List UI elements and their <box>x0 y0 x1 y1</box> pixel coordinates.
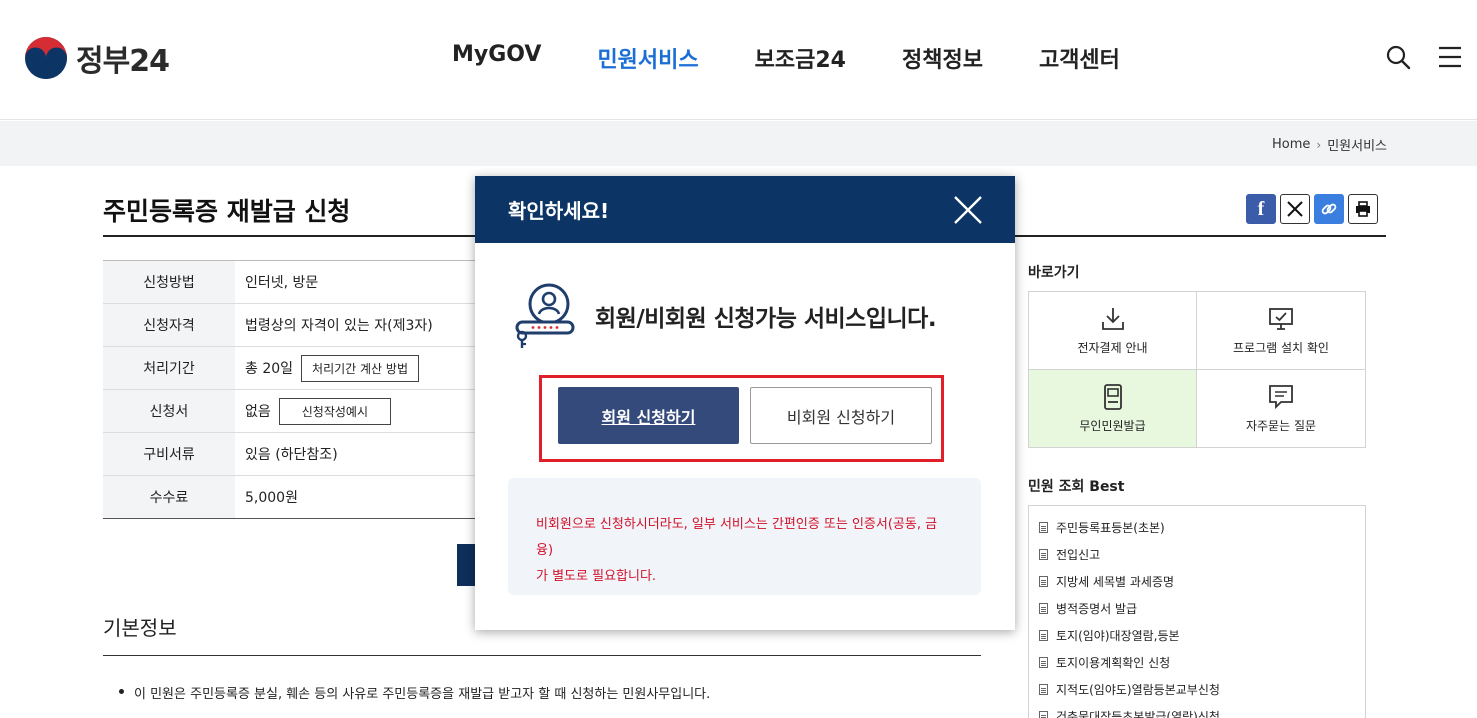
processing-period-calc-button[interactable]: 처리기간 계산 방법 <box>301 354 419 382</box>
quick-links-title: 바로가기 <box>1028 265 1080 281</box>
modal-header: 확인하세요! <box>475 176 1015 243</box>
service-info-table: 신청방법 인터넷, 방문 신청자격 법령상의 자격이 있는 자(제3자) 처리기… <box>103 260 503 519</box>
best-list: 주민등록표등본(초본) 전입신고 지방세 세목별 과세증명 병적증명서 발급 토… <box>1028 505 1366 718</box>
document-icon <box>1039 603 1048 614</box>
row-label: 처리기간 <box>103 347 235 389</box>
nav-item-mygov[interactable]: MyGOV <box>452 42 541 74</box>
notice-line: 비회원으로 신청하시더라도, 일부 서비스는 간편인증 또는 인증서(공동, 금… <box>536 517 938 558</box>
row-label: 구비서류 <box>103 433 235 475</box>
row-value: 있음 (하단참조) <box>245 447 338 463</box>
modal-notice: 비회원으로 신청하시더라도, 일부 서비스는 간편인증 또는 인증서(공동, 금… <box>508 478 981 595</box>
bullet-icon <box>119 689 124 694</box>
row-label: 수수료 <box>103 476 235 518</box>
list-item[interactable]: 주민등록표등본(초본) <box>1029 514 1365 541</box>
document-icon <box>1039 684 1048 695</box>
user-verification-icon <box>515 283 575 348</box>
search-icon[interactable] <box>1385 44 1411 70</box>
print-icon[interactable] <box>1348 194 1378 224</box>
site-header: 정부24 MyGOV 민원서비스 보조금24 정책정보 고객센터 <box>0 0 1477 120</box>
x-icon[interactable] <box>1280 194 1310 224</box>
site-logo[interactable]: 정부24 <box>24 36 170 80</box>
quick-link-epayment[interactable]: 전자결제 안내 <box>1029 292 1197 370</box>
chat-icon <box>1269 384 1293 409</box>
section-divider <box>103 655 981 656</box>
document-icon <box>1039 576 1048 587</box>
chevron-right-icon: › <box>1316 137 1322 152</box>
list-item[interactable]: 토지이용계획확인 신청 <box>1029 649 1365 676</box>
table-row: 신청방법 인터넷, 방문 <box>103 261 503 304</box>
table-row: 수수료 5,000원 <box>103 476 503 519</box>
nav-item-subsidy24[interactable]: 보조금24 <box>755 42 846 74</box>
table-row: 신청자격 법령상의 자격이 있는 자(제3자) <box>103 304 503 347</box>
table-row: 구비서류 있음 (하단참조) <box>103 433 503 476</box>
breadcrumb-current[interactable]: 민원서비스 <box>1327 135 1387 154</box>
facebook-icon[interactable]: f <box>1246 194 1276 224</box>
guest-apply-button[interactable]: 비회원 신청하기 <box>750 387 932 444</box>
quick-link-faq[interactable]: 자주묻는 질문 <box>1197 370 1365 448</box>
list-item[interactable]: 건축물대장등초본발급(열람)신청 <box>1029 703 1365 718</box>
menu-icon[interactable] <box>1437 44 1463 70</box>
share-tools: f <box>1246 194 1378 224</box>
quick-links: 전자결제 안내 프로그램 설치 확인 무인민원발급 자주묻는 질문 <box>1028 291 1366 448</box>
quick-link-program-check[interactable]: 프로그램 설치 확인 <box>1197 292 1365 370</box>
breadcrumb-band: Home › 민원서비스 <box>0 121 1477 166</box>
monitor-check-icon <box>1269 307 1293 330</box>
row-value: 법령상의 자격이 있는 자(제3자) <box>245 318 433 334</box>
link-icon[interactable] <box>1314 194 1344 224</box>
government-emblem-icon <box>25 37 67 79</box>
modal-message-row: 회원/비회원 신청가능 서비스입니다. <box>511 280 937 352</box>
list-item[interactable]: 지적도(임야도)열람등본교부신청 <box>1029 676 1365 703</box>
row-value: 총 20일 처리기간 계산 방법 <box>235 354 419 382</box>
modal-message: 회원/비회원 신청가능 서비스입니다. <box>595 306 937 332</box>
apply-button-partial[interactable] <box>457 544 477 586</box>
confirm-modal: 확인하세요! 회원/비회원 신청가능 서비스입니다. 회원 신청하기 비회원 신… <box>475 176 1015 630</box>
modal-title: 확인하세요! <box>508 199 610 223</box>
download-icon <box>1101 307 1124 330</box>
member-apply-button[interactable]: 회원 신청하기 <box>558 387 739 444</box>
section-title-basic-info: 기본정보 <box>103 616 177 640</box>
bullet-text: 이 민원은 주민등록증 분실, 훼손 등의 사유로 주민등록증을 재발급 받고자… <box>134 687 711 702</box>
quick-link-kiosk[interactable]: 무인민원발급 <box>1029 369 1197 447</box>
row-label: 신청방법 <box>103 261 235 303</box>
best-title: 민원 조회 Best <box>1028 479 1125 495</box>
row-value: 5,000원 <box>245 490 298 506</box>
close-icon[interactable] <box>953 195 983 225</box>
document-icon <box>1039 657 1048 668</box>
list-item[interactable]: 지방세 세목별 과세증명 <box>1029 568 1365 595</box>
breadcrumb: Home › 민원서비스 <box>1272 135 1387 154</box>
list-item[interactable]: 토지(임야)대장열람,등본 <box>1029 622 1365 649</box>
document-icon <box>1039 711 1048 718</box>
document-icon <box>1039 630 1048 641</box>
nav-item-policy-info[interactable]: 정책정보 <box>902 42 983 74</box>
kiosk-icon <box>1103 383 1122 410</box>
nav-item-customer-center[interactable]: 고객센터 <box>1039 42 1120 74</box>
row-value: 인터넷, 방문 <box>245 275 319 291</box>
row-value: 없음 신청작성예시 <box>235 397 392 425</box>
breadcrumb-home[interactable]: Home <box>1272 137 1310 152</box>
list-item[interactable]: 병적증명서 발급 <box>1029 595 1365 622</box>
document-icon <box>1039 522 1048 533</box>
header-tools <box>1385 44 1463 70</box>
list-item: 이 민원은 주민등록증 분실, 훼손 등의 사유로 주민등록증을 재발급 받고자… <box>119 683 710 702</box>
table-row: 처리기간 총 20일 처리기간 계산 방법 <box>103 347 503 390</box>
page-title: 주민등록증 재발급 신청 <box>103 197 351 226</box>
row-label: 신청자격 <box>103 304 235 346</box>
main-nav: MyGOV 민원서비스 보조금24 정책정보 고객센터 <box>452 42 1120 74</box>
notice-line: 가 별도로 필요합니다. <box>536 569 657 584</box>
table-row: 신청서 없음 신청작성예시 <box>103 390 503 433</box>
nav-item-civil-service[interactable]: 민원서비스 <box>597 42 698 74</box>
list-item[interactable]: 전입신고 <box>1029 541 1365 568</box>
logo-text: 정부24 <box>76 44 170 79</box>
document-icon <box>1039 549 1048 560</box>
form-example-button[interactable]: 신청작성예시 <box>278 397 392 425</box>
row-label: 신청서 <box>103 390 235 432</box>
